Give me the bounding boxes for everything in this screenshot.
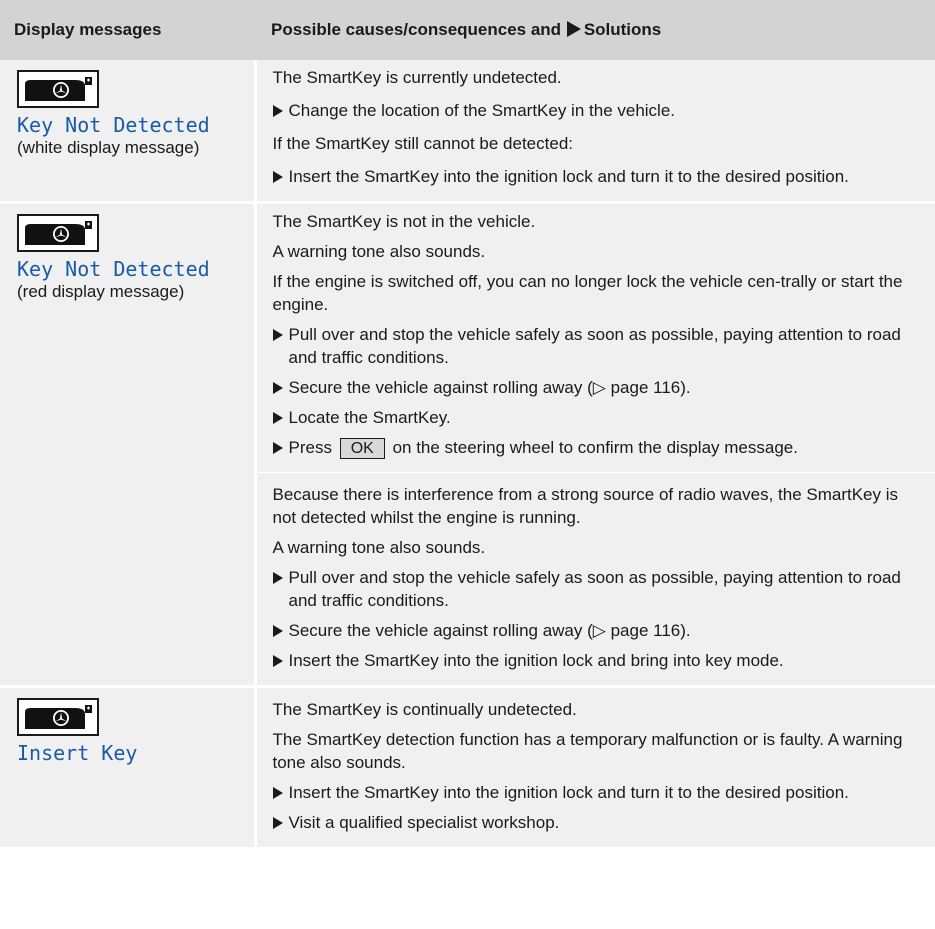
solution-cell: The SmartKey is continually undetected. …	[255, 685, 935, 847]
message-cell: Insert Key	[0, 685, 257, 847]
smartkey-icon	[17, 70, 99, 108]
solution-cell: The SmartKey is currently undetected. Ch…	[255, 60, 935, 203]
cause-text: If the SmartKey still cannot be detected…	[272, 134, 574, 153]
page-reference-link[interactable]: ▷ page 116	[593, 378, 680, 397]
cause-text: The SmartKey is currently undetected.	[272, 68, 562, 87]
table-row: Insert Key The SmartKey is continually u…	[0, 685, 935, 847]
display-message-note: (white display message)	[17, 138, 200, 157]
table-row: Key Not Detected (red display message) T…	[0, 201, 935, 687]
step-text: ).	[680, 621, 691, 640]
cause-text: If the engine is switched off, you can n…	[272, 272, 903, 314]
header-display-messages: Display messages	[0, 0, 255, 60]
header-causes-text: Possible causes/consequences and	[271, 20, 562, 39]
solution-step: Secure the vehicle against rolling away …	[272, 376, 922, 399]
solution-step: Insert the SmartKey into the ignition lo…	[272, 649, 922, 672]
cause-text: The SmartKey detection function has a te…	[272, 730, 903, 772]
step-text: ).	[680, 378, 691, 397]
display-message-text: Key Not Detected	[17, 257, 210, 281]
display-message-note: (red display message)	[17, 282, 185, 301]
display-message-text: Key Not Detected	[17, 113, 210, 137]
message-cell: Key Not Detected (red display message)	[0, 201, 257, 687]
solution-step: Pull over and stop the vehicle safely as…	[272, 566, 922, 612]
step-text: Press	[288, 438, 332, 457]
solution-arrow-icon	[566, 21, 581, 37]
step-text: on the steering wheel to confirm the dis…	[392, 438, 798, 457]
solution-step: Pull over and stop the vehicle safely as…	[272, 323, 922, 369]
display-message-text: Insert Key	[17, 741, 138, 765]
solution-step: Locate the SmartKey.	[272, 406, 922, 429]
cause-text: Because there is interference from a str…	[272, 485, 899, 527]
table-header-row: Display messages Possible causes/consequ…	[0, 0, 935, 60]
smartkey-icon	[17, 698, 99, 736]
solution-step: Insert the SmartKey into the ignition lo…	[272, 165, 922, 188]
cause-text: The SmartKey is continually undetected.	[272, 700, 577, 719]
header-causes-solutions: Possible causes/consequences and Solutio…	[255, 0, 935, 60]
solution-step: Change the location of the SmartKey in t…	[272, 99, 922, 122]
page-reference-link[interactable]: ▷ page 116	[593, 621, 680, 640]
cause-text: A warning tone also sounds.	[272, 242, 486, 261]
table-row: Key Not Detected (white display message)…	[0, 60, 935, 203]
manual-page: Display messages Possible causes/consequ…	[0, 0, 935, 929]
display-messages-table: Display messages Possible causes/consequ…	[0, 0, 935, 847]
message-cell: Key Not Detected (white display message)	[0, 60, 257, 203]
cause-text: The SmartKey is not in the vehicle.	[272, 212, 536, 231]
solution-step: Secure the vehicle against rolling away …	[272, 619, 922, 642]
solution-cell: Because there is interference from a str…	[255, 472, 935, 687]
ok-button-symbol: OK	[339, 438, 385, 459]
solution-step: Insert the SmartKey into the ignition lo…	[272, 781, 922, 804]
step-text: Secure the vehicle against rolling away …	[288, 378, 593, 397]
solution-cell: The SmartKey is not in the vehicle. A wa…	[255, 201, 935, 473]
smartkey-icon	[17, 214, 99, 252]
step-text: Secure the vehicle against rolling away …	[288, 621, 593, 640]
solution-step: Press OK on the steering wheel to confir…	[272, 436, 922, 459]
header-solutions-text: Solutions	[583, 20, 662, 39]
cause-text: A warning tone also sounds.	[272, 538, 486, 557]
solution-step: Visit a qualified specialist workshop.	[272, 811, 922, 834]
